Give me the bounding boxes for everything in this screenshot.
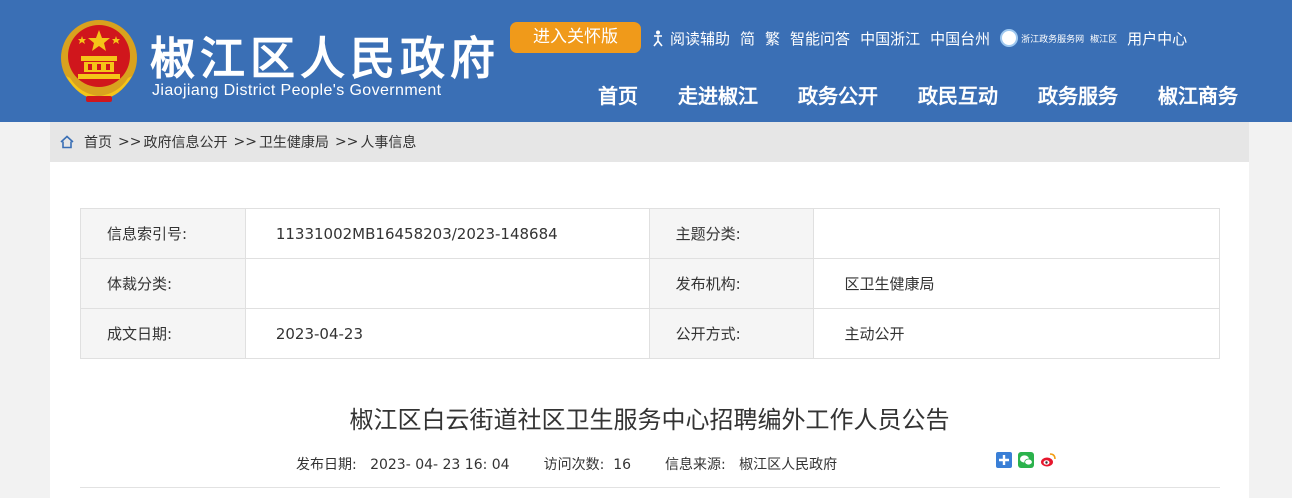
table-row: 信息索引号: 11331002MB16458203/2023-148684 主题… — [80, 208, 1220, 259]
open-method-label: 公开方式: — [648, 308, 815, 359]
index-number-label: 信息索引号: — [80, 208, 246, 259]
breadcrumb-separator: >> — [334, 134, 359, 150]
article-info: 发布日期: 2023- 04- 23 16: 04 访问次数: 16 信息来源:… — [296, 454, 871, 474]
site-header: 椒江区人民政府 Jiaojiang District People's Gove… — [0, 0, 1292, 122]
info-source-value: 椒江区人民政府 — [739, 457, 838, 473]
zj-service-logo-icon — [1000, 29, 1019, 47]
nav-services[interactable]: 政务服务 — [1038, 80, 1118, 109]
breadcrumb-health-bureau[interactable]: 卫生健康局 — [259, 132, 329, 152]
open-method-value: 主动公开 — [813, 308, 1220, 359]
smart-qa-link[interactable]: 智能问答 — [790, 28, 850, 49]
breadcrumb: 首页 >> 政府信息公开 >> 卫生健康局 >> 人事信息 — [50, 122, 1249, 162]
zj-service-label: 浙江政务服务网 — [1021, 34, 1085, 45]
content-panel: 信息索引号: 11331002MB16458203/2023-148684 主题… — [50, 162, 1249, 498]
weibo-icon[interactable] — [1040, 452, 1056, 468]
nav-home[interactable]: 首页 — [598, 80, 638, 109]
visit-count-value: 16 — [613, 457, 632, 473]
nav-about-jiaojiang[interactable]: 走进椒江 — [678, 80, 758, 109]
breadcrumb-home[interactable]: 首页 — [84, 132, 112, 152]
written-date-value: 2023-04-23 — [244, 308, 650, 359]
share-buttons — [996, 452, 1062, 468]
main-nav: 首页 走进椒江 政务公开 政民互动 政务服务 椒江商务 — [598, 80, 1238, 109]
visit-count-label: 访问次数: — [543, 457, 605, 473]
topic-category-label: 主题分类: — [648, 208, 815, 259]
care-version-button[interactable]: 进入关怀版 — [510, 22, 641, 53]
simplified-chinese-link[interactable]: 简 — [740, 28, 755, 49]
meta-info-table: 信息索引号: 11331002MB16458203/2023-148684 主题… — [80, 208, 1220, 359]
content-divider — [80, 487, 1220, 488]
publish-date-label: 发布日期: — [296, 457, 357, 473]
topic-category-value — [813, 208, 1220, 259]
reading-assist-label: 阅读辅助 — [670, 29, 731, 48]
china-zhejiang-link[interactable]: 中国浙江 — [860, 28, 920, 49]
genre-category-label: 体裁分类: — [80, 258, 246, 309]
jiaojiang-link[interactable]: 椒江区 — [1090, 32, 1117, 45]
publish-date: 发布日期: 2023- 04- 23 16: 04 — [296, 454, 510, 474]
info-source: 信息来源: 椒江区人民政府 — [665, 454, 837, 474]
traditional-chinese-link[interactable]: 繁 — [765, 28, 780, 49]
accessibility-icon — [653, 30, 663, 47]
home-icon — [60, 135, 74, 149]
national-emblem-icon — [61, 20, 137, 102]
publisher-value: 区卫生健康局 — [813, 258, 1220, 309]
breadcrumb-gov-info[interactable]: 政府信息公开 — [143, 132, 227, 152]
china-taizhou-link[interactable]: 中国台州 — [930, 28, 990, 49]
site-title: 椒江区人民政府 — [150, 32, 501, 85]
publish-date-value: 2023- 04- 23 16: 04 — [370, 457, 510, 473]
breadcrumb-separator: >> — [118, 134, 142, 150]
reading-assist-link[interactable]: 阅读辅助 — [650, 28, 730, 49]
user-center-link[interactable]: 用户中心 — [1127, 28, 1187, 49]
breadcrumb-personnel[interactable]: 人事信息 — [360, 132, 416, 152]
nav-interaction[interactable]: 政民互动 — [918, 80, 998, 109]
info-source-label: 信息来源: — [665, 457, 726, 473]
zj-service-link[interactable]: 浙江政务服务网 — [1000, 29, 1084, 47]
article-title: 椒江区白云街道社区卫生服务中心招聘编外工作人员公告 — [349, 406, 950, 434]
written-date-label: 成文日期: — [80, 308, 246, 359]
index-number-value: 11331002MB16458203/2023-148684 — [244, 208, 650, 259]
site-subtitle: Jiaojiang District People's Government — [152, 82, 442, 99]
table-row: 成文日期: 2023-04-23 公开方式: 主动公开 — [80, 308, 1220, 359]
publisher-label: 发布机构: — [648, 258, 815, 309]
breadcrumb-separator: >> — [233, 134, 257, 150]
genre-category-value — [244, 258, 650, 309]
nav-gov-affairs[interactable]: 政务公开 — [798, 80, 878, 109]
nav-commerce[interactable]: 椒江商务 — [1158, 80, 1238, 109]
top-links: 阅读辅助 简 繁 智能问答 中国浙江 中国台州 浙江政务服务网 椒江区 用户中心 — [650, 27, 1187, 49]
visit-count: 访问次数: 16 — [544, 454, 631, 474]
wechat-icon[interactable] — [1018, 452, 1034, 468]
share-plus-icon[interactable] — [996, 452, 1012, 468]
table-row: 体裁分类: 发布机构: 区卫生健康局 — [80, 258, 1220, 309]
